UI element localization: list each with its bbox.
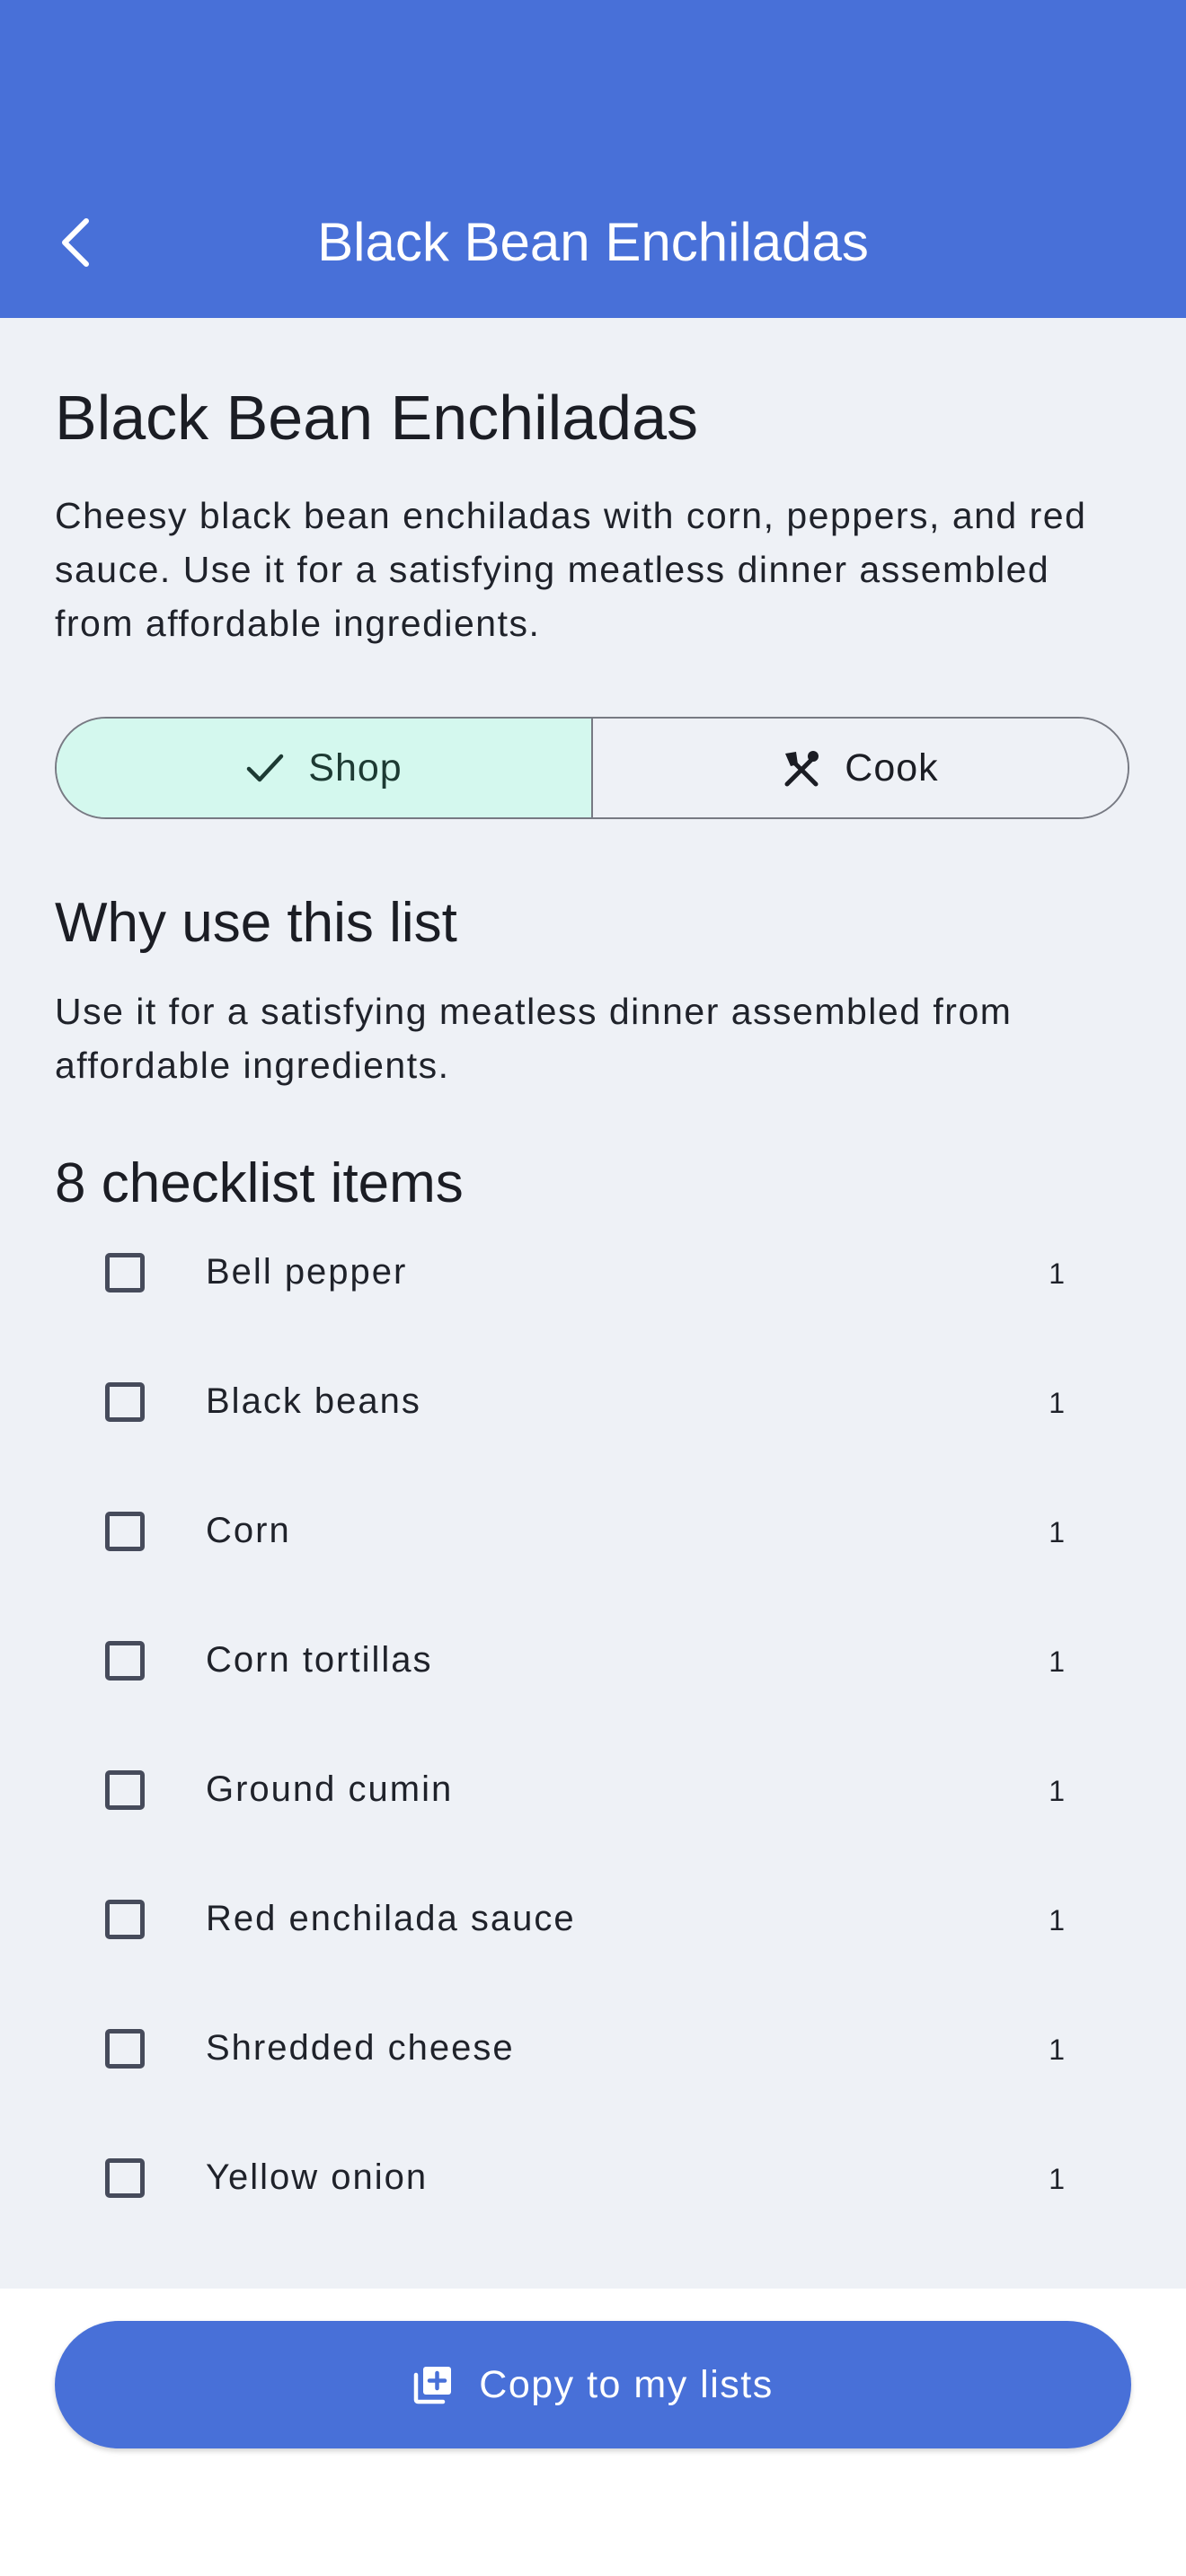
mode-toggle: Shop Cook [55,717,1129,819]
item-checkbox[interactable] [105,2158,145,2198]
copy-button-label: Copy to my lists [479,2362,774,2406]
item-name: Ground cumin [206,1769,454,1809]
cook-mode-label: Cook [845,745,939,790]
copy-to-my-lists-button[interactable]: Copy to my lists [55,2321,1131,2448]
item-checkbox[interactable] [105,1512,145,1551]
item-checkbox[interactable] [105,1641,145,1681]
item-checkbox[interactable] [105,1382,145,1422]
recipe-title: Black Bean Enchiladas [55,383,698,453]
item-quantity: 1 [1049,1387,1065,1419]
app-bar: Black Bean Enchiladas [0,0,1186,318]
checklist-item[interactable]: Black beans 1 [55,1351,1131,1480]
checklist-item[interactable]: Shredded cheese 1 [55,1998,1131,2127]
checklist: Bell pepper 1 Black beans 1 Corn 1 Corn … [55,1222,1131,2256]
check-icon [247,754,284,782]
library-add-icon [414,2367,452,2404]
item-checkbox[interactable] [105,1253,145,1292]
why-heading: Why use this list [55,892,457,954]
bottom-action-bar: Copy to my lists [0,2289,1186,2576]
checklist-item[interactable]: Bell pepper 1 [55,1222,1131,1351]
checklist-item[interactable]: Ground cumin 1 [55,1739,1131,1868]
page-title: Black Bean Enchiladas [317,212,869,272]
item-quantity: 1 [1049,1645,1065,1678]
item-quantity: 1 [1049,1516,1065,1548]
item-name: Red enchilada sauce [206,1899,576,1938]
item-name: Yellow onion [206,2157,429,2197]
shop-mode-button[interactable]: Shop [57,719,593,817]
item-quantity: 1 [1049,1904,1065,1936]
why-text: Use it for a satisfying meatless dinner … [55,991,1013,1086]
item-quantity: 1 [1049,2033,1065,2066]
checklist-item[interactable]: Corn tortillas 1 [55,1610,1131,1739]
item-checkbox[interactable] [105,1770,145,1810]
checklist-heading: 8 checklist items [55,1152,464,1214]
checklist-item[interactable]: Yellow onion 1 [55,2127,1131,2256]
checklist-item[interactable]: Corn 1 [55,1480,1131,1610]
recipe-description: Cheesy black bean enchiladas with corn, … [55,495,1087,644]
item-quantity: 1 [1049,1775,1065,1807]
item-quantity: 1 [1049,2163,1065,2195]
item-name: Bell pepper [206,1252,408,1292]
item-checkbox[interactable] [105,2029,145,2069]
item-checkbox[interactable] [105,1900,145,1939]
utensils-icon [784,751,819,787]
item-quantity: 1 [1049,1257,1065,1290]
item-name: Black beans [206,1381,421,1421]
item-name: Shredded cheese [206,2028,515,2068]
shop-mode-label: Shop [308,745,403,790]
item-name: Corn tortillas [206,1640,433,1680]
checklist-item[interactable]: Red enchilada sauce 1 [55,1868,1131,1998]
cook-mode-button[interactable]: Cook [593,719,1128,817]
item-name: Corn [206,1511,291,1550]
